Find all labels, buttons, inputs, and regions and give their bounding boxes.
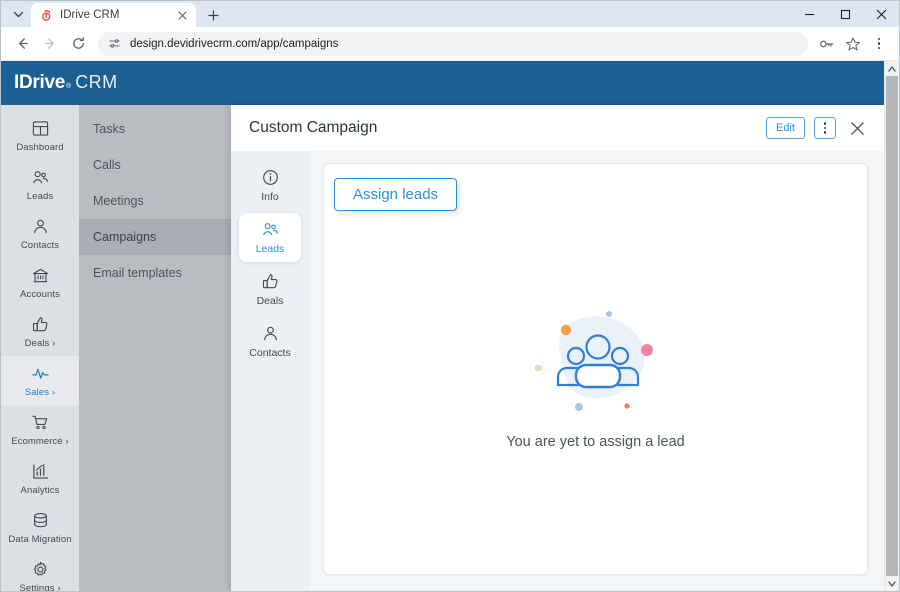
thumbs-up-icon — [32, 316, 49, 333]
page-viewport: IDrive ® CRM Dashboard Leads Contacts Ac… — [1, 61, 899, 591]
dashboard-icon — [32, 120, 49, 137]
accounts-icon — [32, 267, 49, 284]
secondary-nav: Tasks Calls Meetings Campaigns Email tem… — [79, 105, 231, 591]
tab-search-icon[interactable] — [5, 2, 31, 26]
reload-button[interactable] — [65, 31, 91, 57]
app-logo[interactable]: IDrive ® CRM — [1, 72, 231, 94]
sidebar-item-sales[interactable]: Sales › — [1, 356, 79, 405]
idrive-logo-icon — [40, 9, 53, 22]
submenu-item-email-templates[interactable]: Email templates — [79, 255, 231, 291]
new-tab-button[interactable] — [200, 3, 226, 27]
window-close-icon[interactable] — [863, 1, 899, 27]
tab-label: Leads — [255, 243, 285, 255]
contact-icon — [262, 325, 279, 342]
main-sidebar: Dashboard Leads Contacts Accounts Deals … — [1, 105, 79, 591]
maximize-icon[interactable] — [827, 1, 863, 27]
sidebar-label: Data Migration — [8, 534, 72, 545]
sidebar-label: Leads — [26, 191, 54, 202]
kebab-menu-icon — [823, 122, 827, 134]
tab-deals[interactable]: Deals — [239, 265, 301, 314]
campaign-detail-modal: Custom Campaign Edit Info Leads Deals Co… — [231, 105, 884, 591]
close-icon — [850, 121, 864, 135]
tune-icon[interactable] — [108, 37, 121, 50]
brand-product: CRM — [75, 72, 118, 92]
empty-state-message: You are yet to assign a lead — [506, 434, 685, 450]
sidebar-item-deals[interactable]: Deals › — [1, 307, 79, 356]
submenu-item-meetings[interactable]: Meetings — [79, 183, 231, 219]
browser-tab-title: IDrive CRM — [60, 9, 120, 21]
close-modal-button[interactable] — [844, 115, 870, 141]
more-options-button[interactable] — [814, 117, 836, 139]
bar-chart-icon — [32, 463, 49, 480]
crm-app: IDrive ® CRM Dashboard Leads Contacts Ac… — [1, 61, 884, 591]
page-title: Custom Campaign — [249, 119, 378, 136]
leads-icon — [32, 169, 49, 186]
sidebar-item-dashboard[interactable]: Dashboard — [1, 111, 79, 160]
back-button[interactable] — [9, 31, 35, 57]
thumbs-up-icon — [262, 273, 279, 290]
people-group-illustration — [516, 307, 676, 420]
sidebar-item-leads[interactable]: Leads — [1, 160, 79, 209]
forward-button[interactable] — [37, 31, 63, 57]
browser-tab[interactable]: IDrive CRM — [31, 3, 196, 27]
empty-state: You are yet to assign a lead — [324, 197, 867, 560]
edit-button[interactable]: Edit — [766, 117, 805, 139]
minimize-icon[interactable] — [791, 1, 827, 27]
tab-label: Contacts — [249, 347, 291, 359]
tab-contacts[interactable]: Contacts — [239, 317, 301, 366]
sidebar-label: Settings › — [19, 583, 61, 591]
url-text[interactable]: design.devidrivecrm.com/app/campaigns — [130, 38, 338, 50]
sidebar-label: Contacts — [20, 240, 60, 251]
tab-close-icon[interactable] — [175, 8, 190, 23]
scrollbar-track[interactable] — [885, 76, 899, 576]
app-body: Dashboard Leads Contacts Accounts Deals … — [1, 105, 884, 591]
scroll-down-button[interactable] — [885, 576, 899, 591]
sidebar-label: Accounts — [20, 289, 60, 300]
sidebar-label: Analytics — [20, 485, 60, 496]
contact-icon — [32, 218, 49, 235]
sidebar-item-ecommerce[interactable]: Ecommerce › — [1, 405, 79, 454]
window-controls — [791, 1, 899, 27]
browser-menu-icon[interactable] — [867, 32, 891, 56]
scroll-up-button[interactable] — [885, 61, 899, 76]
leads-panel: Assign leads You are yet to assign a lea… — [323, 163, 868, 575]
browser-toolbar: design.devidrivecrm.com/app/campaigns — [1, 27, 899, 61]
modal-tab-rail: Info Leads Deals Contacts — [231, 151, 309, 591]
submenu-item-tasks[interactable]: Tasks — [79, 111, 231, 147]
app-topbar: IDrive ® CRM — [1, 61, 884, 105]
browser-window: IDrive CRM design.devidrivecrm.com/app/c… — [0, 0, 900, 592]
address-bar[interactable]: design.devidrivecrm.com/app/campaigns — [98, 31, 808, 56]
page-scrollbar[interactable] — [884, 61, 899, 591]
sidebar-item-data-migration[interactable]: Data Migration — [1, 503, 79, 552]
brand-name: IDrive — [14, 72, 66, 93]
sidebar-label: Deals › — [24, 338, 56, 349]
cart-icon — [31, 414, 49, 431]
modal-body: Info Leads Deals Contacts Assign leads Y… — [231, 151, 884, 591]
sidebar-item-contacts[interactable]: Contacts — [1, 209, 79, 258]
sidebar-label: Ecommerce › — [11, 436, 69, 447]
tab-info[interactable]: Info — [239, 161, 301, 210]
registered-mark: ® — [66, 83, 72, 90]
info-icon — [262, 169, 279, 186]
sidebar-item-accounts[interactable]: Accounts — [1, 258, 79, 307]
sidebar-label: Sales › — [24, 387, 56, 398]
scrollbar-thumb[interactable] — [886, 76, 898, 576]
leads-group-icon — [262, 221, 279, 238]
submenu-item-campaigns[interactable]: Campaigns — [79, 219, 231, 255]
sidebar-label: Dashboard — [16, 142, 64, 153]
modal-header: Custom Campaign Edit — [231, 105, 884, 151]
database-icon — [32, 512, 49, 529]
tab-leads[interactable]: Leads — [239, 213, 301, 262]
tab-label: Deals — [256, 295, 284, 307]
leads-panel-wrap: Assign leads You are yet to assign a lea… — [309, 151, 884, 591]
browser-tabstrip: IDrive CRM — [1, 1, 899, 27]
sidebar-item-settings[interactable]: Settings › — [1, 552, 79, 591]
password-key-icon[interactable] — [815, 32, 839, 56]
gear-icon — [32, 561, 49, 578]
sidebar-item-analytics[interactable]: Analytics — [1, 454, 79, 503]
submenu-item-calls[interactable]: Calls — [79, 147, 231, 183]
bookmark-star-icon[interactable] — [841, 32, 865, 56]
pulse-icon — [31, 365, 49, 382]
tab-label: Info — [261, 191, 279, 203]
